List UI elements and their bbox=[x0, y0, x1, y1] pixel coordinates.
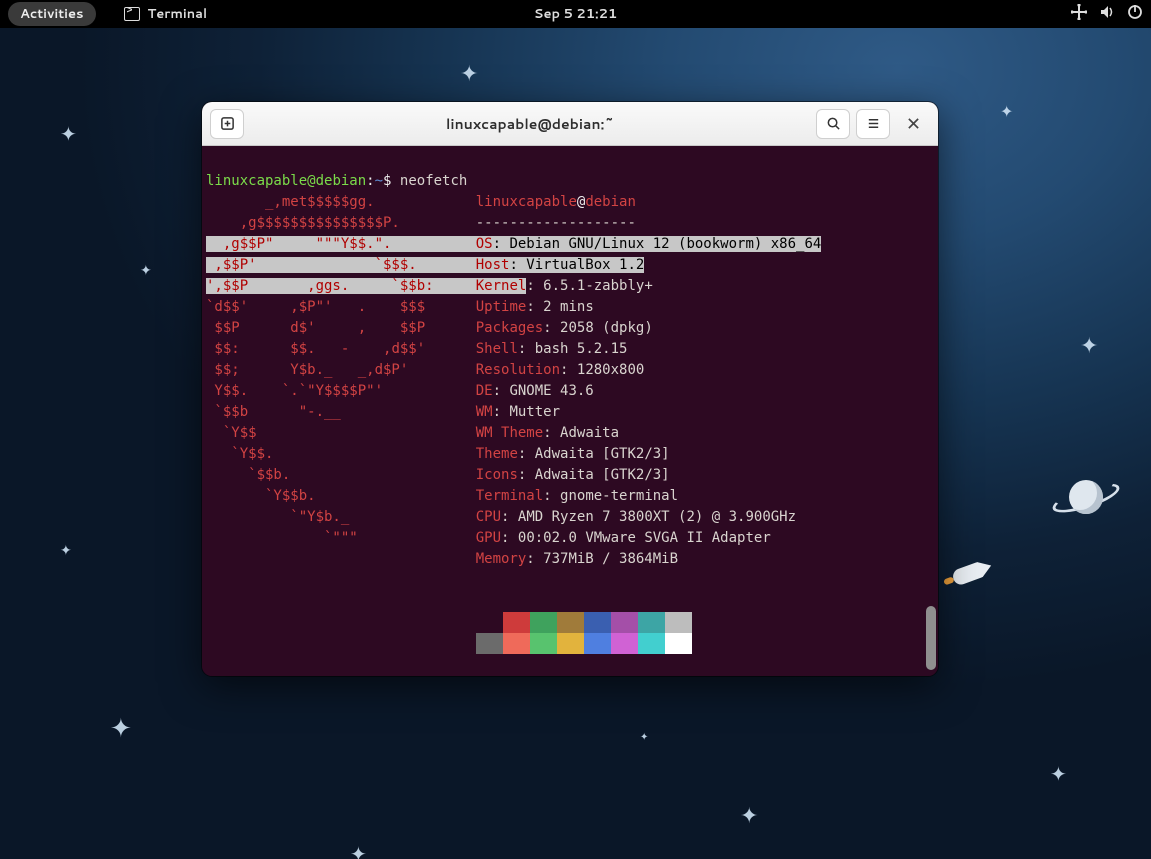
wallpaper-rocket bbox=[941, 553, 994, 597]
prompt-user: linuxcapable bbox=[206, 173, 307, 189]
activities-button[interactable]: Activities bbox=[8, 2, 96, 26]
ascii-logo: _,met$$$$$gg. bbox=[206, 194, 459, 210]
value-gpu: : 00:02.0 VMware SVGA II Adapter bbox=[501, 530, 771, 546]
value-host: : VirtualBox 1.2 bbox=[509, 257, 644, 273]
nf-user: linuxcapable bbox=[476, 194, 577, 210]
label-shell: Shell bbox=[476, 341, 518, 357]
terminal-viewport[interactable]: linuxcapable@debian:~$ neofetch _,met$$$… bbox=[202, 146, 938, 676]
app-menu[interactable]: Terminal bbox=[124, 5, 208, 23]
value-cpu: : AMD Ryzen 7 3800XT (2) @ 3.900GHz bbox=[501, 509, 796, 525]
value-uptime: : 2 mins bbox=[526, 299, 593, 315]
terminal-window: linuxcapable@debian:~ linuxcapable@debia… bbox=[202, 102, 938, 676]
prompt-host: debian bbox=[316, 173, 367, 189]
label-os: OS bbox=[476, 236, 493, 252]
value-terminal: : gnome-terminal bbox=[543, 488, 678, 504]
prompt-path: ~ bbox=[375, 173, 383, 189]
color-swatches bbox=[476, 591, 936, 654]
terminal-icon bbox=[124, 7, 140, 21]
wallpaper-planet bbox=[1051, 478, 1121, 518]
value-memory: : 737MiB / 3864MiB bbox=[526, 551, 678, 567]
topbar-clock[interactable]: Sep 5 21:21 bbox=[534, 5, 617, 23]
value-de: : GNOME 43.6 bbox=[493, 383, 594, 399]
value-shell: : bash 5.2.15 bbox=[518, 341, 628, 357]
value-wmtheme: : Adwaita bbox=[543, 425, 619, 441]
app-menu-label: Terminal bbox=[148, 5, 208, 23]
search-button[interactable] bbox=[816, 109, 850, 139]
label-icons: Icons bbox=[476, 467, 518, 483]
label-gpu: GPU bbox=[476, 530, 501, 546]
label-wmtheme: WM Theme bbox=[476, 425, 543, 441]
scrollbar-thumb[interactable] bbox=[926, 606, 936, 670]
label-memory: Memory bbox=[476, 551, 527, 567]
label-host: Host bbox=[476, 257, 510, 273]
close-button[interactable] bbox=[896, 109, 930, 139]
value-theme: : Adwaita [GTK2/3] bbox=[518, 446, 670, 462]
gnome-topbar: Activities Terminal Sep 5 21:21 bbox=[0, 0, 1151, 28]
volume-icon[interactable] bbox=[1099, 4, 1115, 25]
value-icons: : Adwaita [GTK2/3] bbox=[518, 467, 670, 483]
nf-dashline: ------------------- bbox=[476, 215, 636, 231]
label-wm: WM bbox=[476, 404, 493, 420]
value-packages: : 2058 (dpkg) bbox=[543, 320, 653, 336]
label-resolution: Resolution bbox=[476, 362, 560, 378]
new-tab-button[interactable] bbox=[210, 109, 244, 139]
label-terminal: Terminal bbox=[476, 488, 543, 504]
command-text: neofetch bbox=[400, 173, 467, 189]
value-resolution: : 1280x800 bbox=[560, 362, 644, 378]
label-uptime: Uptime bbox=[476, 299, 527, 315]
headerbar: linuxcapable@debian:~ bbox=[202, 102, 938, 146]
value-kernel: : 6.5.1-zabbly+ bbox=[526, 278, 652, 294]
hamburger-menu-button[interactable] bbox=[856, 109, 890, 139]
label-kernel: Kernel bbox=[476, 278, 527, 294]
label-cpu: CPU bbox=[476, 509, 501, 525]
power-icon[interactable] bbox=[1127, 4, 1143, 25]
window-title: linuxcapable@debian:~ bbox=[250, 114, 810, 134]
value-wm: : Mutter bbox=[493, 404, 560, 420]
nf-host: debian bbox=[585, 194, 636, 210]
label-theme: Theme bbox=[476, 446, 518, 462]
label-packages: Packages bbox=[476, 320, 543, 336]
network-icon[interactable] bbox=[1071, 4, 1087, 25]
label-de: DE bbox=[476, 383, 493, 399]
value-os: : Debian GNU/Linux 12 (bookworm) x86_64 bbox=[493, 236, 822, 252]
system-tray[interactable] bbox=[1071, 4, 1143, 25]
terminal-scrollbar[interactable] bbox=[926, 146, 936, 676]
